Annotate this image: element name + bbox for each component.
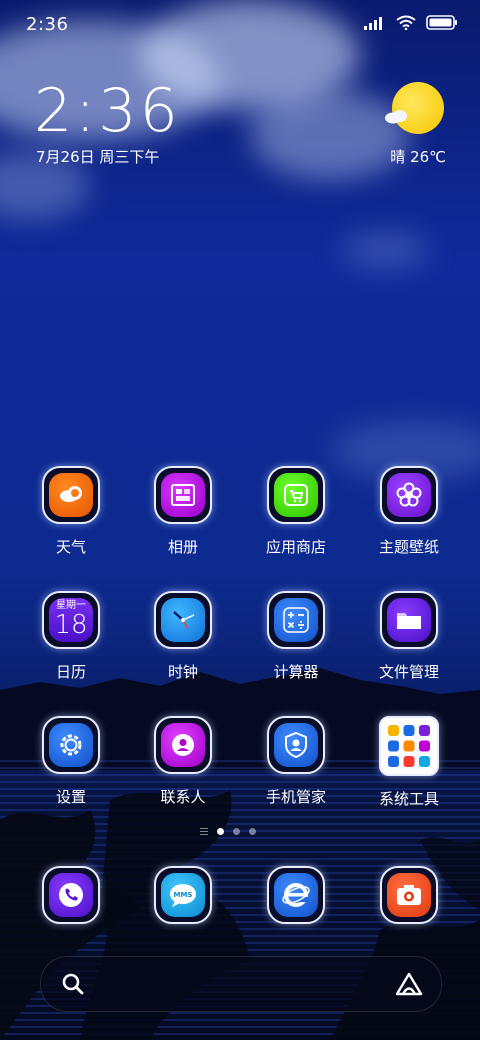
dock-messages[interactable]: MMS xyxy=(133,866,233,924)
settings-icon xyxy=(60,734,82,756)
weather-icon xyxy=(60,486,82,502)
themes-icon xyxy=(396,482,422,507)
small-cloud-icon xyxy=(385,110,407,124)
page-indicator[interactable] xyxy=(200,828,256,835)
app-label: 时钟 xyxy=(167,663,198,681)
page-dot xyxy=(233,828,240,835)
page-dot-active xyxy=(217,828,224,835)
browser-icon xyxy=(282,883,310,907)
system-tools-folder-icon xyxy=(388,725,430,767)
folder-system-tools[interactable]: 系统工具 xyxy=(359,716,459,809)
signal-icon xyxy=(364,16,382,30)
app-label: 主题壁纸 xyxy=(378,538,439,556)
app-label: 相册 xyxy=(167,538,198,556)
clock-widget-time[interactable]: 2:36 xyxy=(34,76,181,146)
app-calendar[interactable]: 星期一 18 日历 xyxy=(21,591,121,682)
status-time: 2:36 xyxy=(26,14,69,35)
app-file-manager[interactable]: 文件管理 xyxy=(359,591,459,682)
contacts-icon xyxy=(172,734,194,756)
app-label: 设置 xyxy=(55,788,86,806)
battery-icon xyxy=(426,15,457,30)
clock-widget-date[interactable]: 7月26日 周三下午 xyxy=(36,146,159,167)
app-label: 手机管家 xyxy=(265,788,326,806)
page-dot xyxy=(249,828,256,835)
status-bar: 2:36 xyxy=(0,0,480,50)
camera-icon xyxy=(397,885,421,905)
status-icons xyxy=(364,15,458,30)
home-screen: 2:36 2:36 7月26日 周三下午 晴 26℃ 天气 相册 应用商店 主题… xyxy=(0,0,480,1040)
clock-icon xyxy=(173,611,195,630)
app-gallery[interactable]: 相册 xyxy=(133,466,233,557)
calculator-icon xyxy=(283,607,309,633)
dock-camera[interactable] xyxy=(359,866,459,924)
wifi-icon xyxy=(396,15,416,30)
assistant-icon[interactable] xyxy=(394,971,424,997)
app-app-store[interactable]: 应用商店 xyxy=(246,466,346,557)
app-contacts[interactable]: 联系人 xyxy=(133,716,233,807)
dock-browser[interactable] xyxy=(246,866,346,924)
app-label: 天气 xyxy=(55,538,86,556)
weather-condition-temp: 晴 26℃ xyxy=(390,148,446,166)
calendar-icon: 星期一 18 xyxy=(49,598,93,642)
app-security[interactable]: 手机管家 xyxy=(246,716,346,807)
app-store-icon xyxy=(284,484,308,506)
app-label: 联系人 xyxy=(160,788,206,806)
page-list-icon xyxy=(200,828,208,835)
weather-widget[interactable]: 晴 26℃ xyxy=(384,82,446,172)
app-settings[interactable]: 设置 xyxy=(21,716,121,807)
dock-phone[interactable] xyxy=(21,866,121,924)
phone-icon xyxy=(59,883,83,907)
app-calculator[interactable]: 计算器 xyxy=(246,591,346,682)
search-bar[interactable] xyxy=(40,956,442,1012)
app-label: 日历 xyxy=(55,663,86,681)
search-icon[interactable] xyxy=(62,973,84,995)
app-label: 应用商店 xyxy=(265,538,326,556)
app-weather[interactable]: 天气 xyxy=(21,466,121,557)
app-label: 计算器 xyxy=(273,663,319,681)
app-themes[interactable]: 主题壁纸 xyxy=(359,466,459,557)
security-icon xyxy=(285,731,307,759)
file-manager-icon xyxy=(397,613,421,629)
app-label: 系统工具 xyxy=(378,790,439,808)
app-label: 文件管理 xyxy=(378,663,439,681)
calendar-day: 18 xyxy=(54,610,88,640)
app-clock[interactable]: 时钟 xyxy=(133,591,233,682)
messages-icon: MMS xyxy=(170,884,196,907)
messages-badge-text: MMS xyxy=(174,891,193,899)
gallery-icon xyxy=(171,484,195,506)
wallpaper-cloud xyxy=(340,230,430,270)
